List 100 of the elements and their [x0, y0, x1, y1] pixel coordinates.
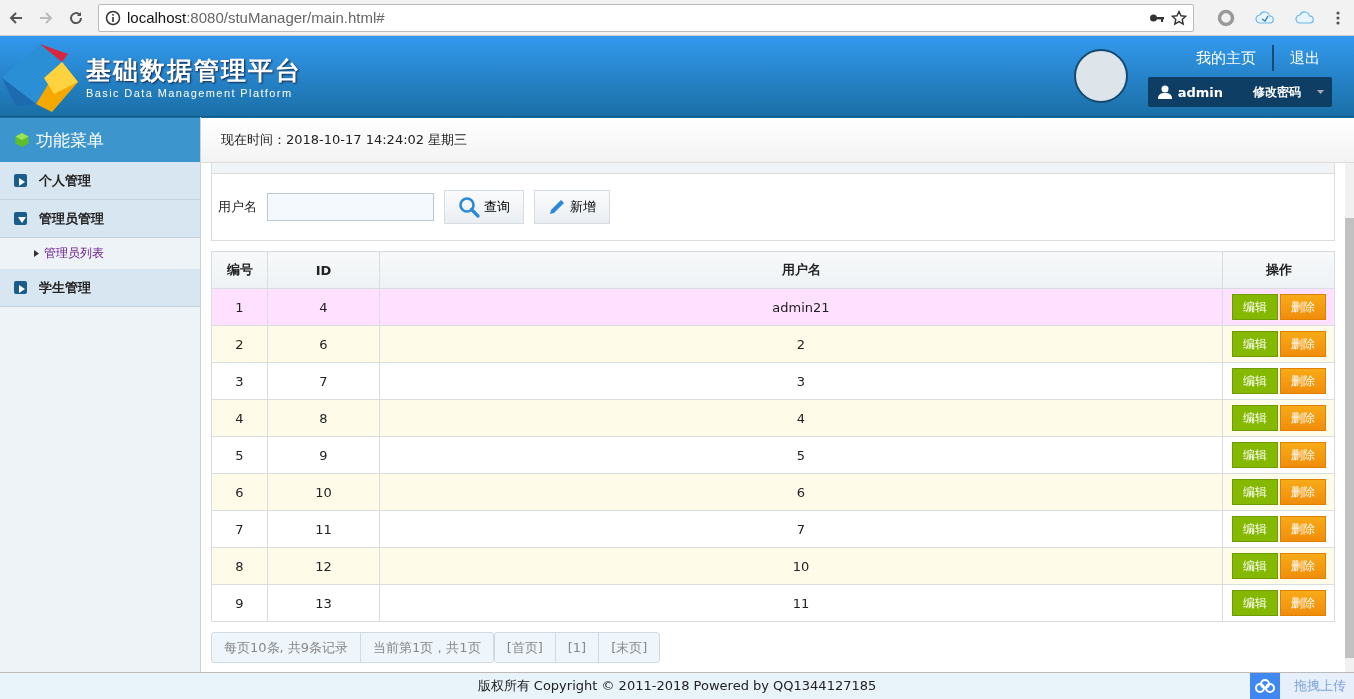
cloud-icon	[1295, 9, 1315, 26]
triangle-icon	[34, 250, 39, 257]
table-row[interactable]: 9 13 11 编辑 删除	[211, 584, 1335, 622]
table-row[interactable]: 4 8 4 编辑 删除	[211, 399, 1335, 437]
table-cell: 3	[379, 362, 1223, 400]
delete-button[interactable]: 删除	[1279, 590, 1326, 616]
table-cell: 10	[267, 473, 380, 511]
header-link[interactable]: 我的主页	[1196, 48, 1256, 68]
table-cell: 2	[211, 325, 268, 363]
table-cell: 6	[379, 473, 1223, 511]
change-password-link[interactable]: 修改密码	[1253, 83, 1301, 101]
sidebar-title: 功能菜单	[36, 128, 104, 152]
edit-button[interactable]: 编辑	[1231, 331, 1278, 357]
star-icon	[1171, 9, 1187, 26]
delete-button[interactable]: 删除	[1279, 294, 1326, 320]
page-info: 当前第1页，共1页	[372, 638, 482, 657]
table-cell: 12	[267, 547, 380, 585]
username: admin	[1177, 84, 1223, 100]
pencil-icon	[548, 198, 566, 216]
menu-item[interactable]: 个人管理	[0, 162, 200, 200]
back-icon	[8, 9, 24, 26]
table-cell: 8	[267, 399, 380, 437]
table-cell: admin21	[379, 288, 1223, 326]
table-row[interactable]: 1 4 admin21 编辑 删除	[211, 288, 1335, 326]
edit-button[interactable]: 编辑	[1231, 368, 1278, 394]
scrollbar[interactable]	[1345, 163, 1354, 672]
column-header: 操作	[1222, 251, 1335, 289]
table-cell: 13	[267, 584, 380, 622]
column-header: ID	[267, 251, 380, 289]
delete-button[interactable]: 删除	[1279, 442, 1326, 468]
page-link[interactable]: [首页]	[494, 633, 556, 662]
table-cell: 6	[267, 325, 380, 363]
table-cell: 2	[379, 325, 1223, 363]
table-cell: 9	[211, 584, 268, 622]
edit-button[interactable]: 编辑	[1231, 442, 1278, 468]
table-cell: 9	[267, 436, 380, 474]
table-row[interactable]: 3 7 3 编辑 删除	[211, 362, 1335, 400]
page-link[interactable]: [1]	[555, 633, 600, 662]
delete-button[interactable]: 删除	[1279, 479, 1326, 505]
menu-item[interactable]: 学生管理	[0, 269, 200, 307]
delete-button[interactable]: 删除	[1279, 553, 1326, 579]
search-icon	[458, 196, 480, 218]
page-link[interactable]: [末页]	[599, 633, 660, 662]
submenu-item[interactable]: 管理员列表	[0, 238, 200, 269]
table-cell: 7	[211, 510, 268, 548]
copyright-text: 版权所有 Copyright © 2011-2018 Powered by QQ1344127185	[477, 677, 877, 695]
cloud-icon	[1255, 679, 1275, 693]
ring-icon	[1217, 8, 1235, 27]
table-row[interactable]: 6 10 6 编辑 删除	[211, 473, 1335, 511]
add-button[interactable]: 新增	[534, 190, 610, 224]
forward-icon	[38, 9, 54, 26]
table-cell: 7	[379, 510, 1223, 548]
user-icon	[1157, 85, 1172, 99]
url-text: localhost:8080/stuManager/main.html#	[127, 9, 386, 26]
table-cell: 1	[211, 288, 268, 326]
table-cell: 4	[379, 399, 1223, 437]
edit-button[interactable]: 编辑	[1231, 590, 1278, 616]
field-label: 用户名	[218, 198, 257, 216]
more-icon	[1335, 9, 1341, 26]
table-row[interactable]: 8 12 10 编辑 删除	[211, 547, 1335, 585]
current-time: 现在时间：2018-10-17 14:24:02 星期三	[201, 117, 1354, 163]
table-cell: 10	[379, 547, 1223, 585]
table-cell: 11	[267, 510, 380, 548]
user-menu[interactable]: admin 修改密码	[1147, 77, 1332, 107]
header-link[interactable]: 退出	[1290, 48, 1320, 68]
edit-button[interactable]: 编辑	[1231, 294, 1278, 320]
table-cell: 5	[211, 436, 268, 474]
avatar	[1073, 49, 1128, 103]
table-row[interactable]: 5 9 5 编辑 删除	[211, 436, 1335, 474]
reload-icon	[68, 9, 84, 26]
delete-button[interactable]: 删除	[1279, 516, 1326, 542]
menu-item[interactable]: 管理员管理	[0, 200, 200, 238]
info-icon	[105, 9, 121, 26]
delete-button[interactable]: 删除	[1279, 331, 1326, 357]
page-info: 每页10条, 共9条记录	[212, 633, 362, 662]
edit-button[interactable]: 编辑	[1231, 516, 1278, 542]
username-field[interactable]	[267, 193, 434, 221]
address-bar[interactable]: localhost:8080/stuManager/main.html#	[98, 3, 1194, 32]
delete-button[interactable]: 删除	[1279, 368, 1326, 394]
app-title: 基础数据管理平台	[86, 54, 302, 87]
table-row[interactable]: 7 11 7 编辑 删除	[211, 510, 1335, 548]
cube-logo-icon	[2, 44, 78, 112]
cube-icon	[14, 132, 30, 148]
edit-button[interactable]: 编辑	[1231, 479, 1278, 505]
upload-widget[interactable]: 拖拽上传	[1250, 673, 1354, 699]
edit-button[interactable]: 编辑	[1231, 405, 1278, 431]
edit-button[interactable]: 编辑	[1231, 553, 1278, 579]
table-row[interactable]: 2 6 2 编辑 删除	[211, 325, 1335, 363]
table-cell: 4	[267, 288, 380, 326]
search-button[interactable]: 查询	[444, 190, 524, 224]
table-cell: 3	[211, 362, 268, 400]
delete-button[interactable]: 删除	[1279, 405, 1326, 431]
table-cell: 5	[379, 436, 1223, 474]
table-cell: 4	[211, 399, 268, 437]
caret-icon	[1317, 90, 1324, 94]
table-cell: 8	[211, 547, 268, 585]
column-header: 用户名	[379, 251, 1223, 289]
cloud-icon	[1255, 9, 1275, 26]
table-cell: 11	[379, 584, 1223, 622]
app-subtitle: Basic Data Management Platform	[86, 86, 294, 99]
